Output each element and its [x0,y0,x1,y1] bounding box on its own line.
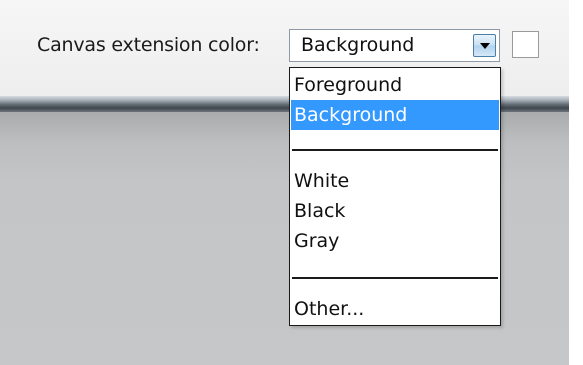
option-white[interactable]: White [291,166,499,196]
dropdown-arrow-button[interactable] [473,34,496,57]
option-gray[interactable]: Gray [291,226,499,256]
canvas-extension-color-label: Canvas extension color: [37,34,260,56]
color-swatch-checkbox[interactable] [512,31,539,58]
canvas-extension-color-select[interactable]: Background [289,29,500,62]
combo-selected-value: Background [301,34,415,56]
list-divider [292,277,498,279]
option-background[interactable]: Background [291,100,499,130]
option-foreground[interactable]: Foreground [291,70,499,100]
list-divider [292,149,498,151]
color-dropdown-list: Foreground Background White Black Gray O… [289,67,501,326]
option-black[interactable]: Black [291,196,499,226]
option-other[interactable]: Other... [291,294,499,324]
canvas-size-panel: Canvas extension color: Background Foreg… [0,0,583,365]
chevron-down-icon [480,43,490,49]
